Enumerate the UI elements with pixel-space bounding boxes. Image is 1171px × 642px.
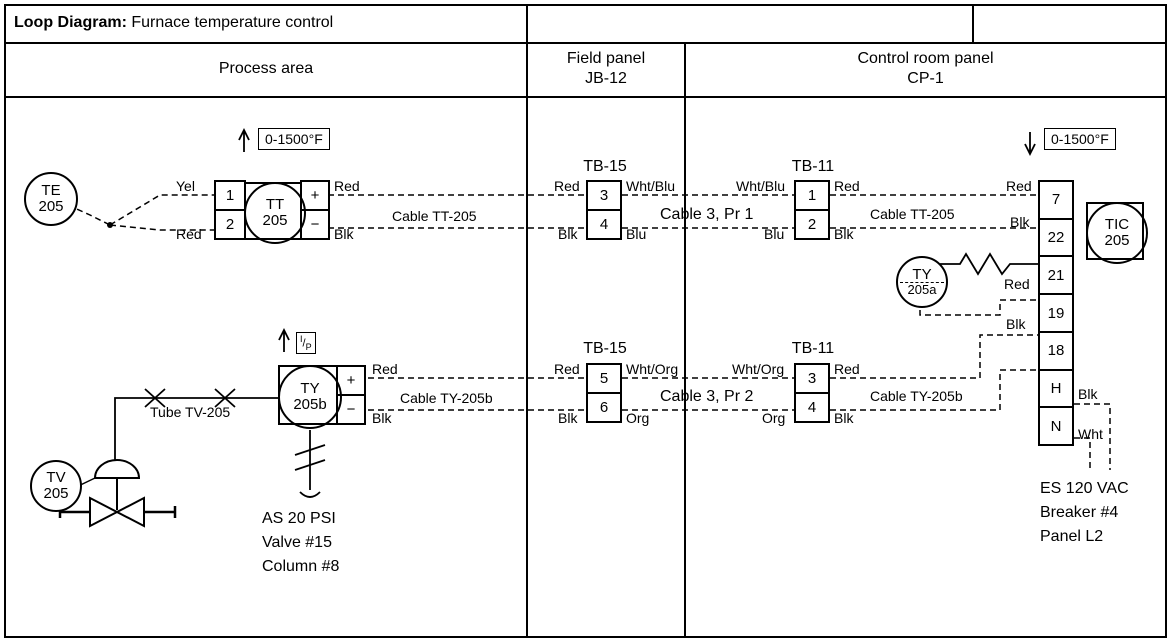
instr-ty-205a: TY 205a: [896, 256, 948, 308]
c-red-5: Red: [1006, 178, 1032, 194]
pwr-l2: Breaker #4: [1040, 504, 1118, 522]
lbl-tb15-top: TB-15: [570, 158, 640, 176]
loop-diagram: Loop Diagram: Furnace temperature contro…: [0, 0, 1171, 642]
area-field-l2: JB-12: [526, 70, 686, 88]
c-whtblu-2: Wht/Blu: [736, 178, 785, 194]
as-l1: AS 20 PSI: [262, 510, 336, 528]
ip-label: I/P: [296, 332, 316, 354]
title-right-cell: [972, 4, 1167, 44]
cable-c3p1: Cable 3, Pr 1: [660, 206, 753, 224]
c-blu-2: Blu: [764, 226, 784, 242]
c-blk-1: Blk: [334, 226, 353, 242]
c-red-4: Red: [834, 178, 860, 194]
as-l3: Column #8: [262, 558, 339, 576]
instr-te-205: TE 205: [24, 172, 78, 226]
cable-ty205b-1: Cable TY-205b: [400, 390, 493, 406]
c-red-1: Red: [176, 226, 202, 242]
tb11-bot: 3 4: [794, 363, 830, 423]
tic-box: [1086, 202, 1144, 260]
lbl-tb11-bot: TB-11: [778, 340, 848, 358]
tb15-top: 3 4: [586, 180, 622, 240]
c-blk-4: Blk: [1010, 214, 1029, 230]
body-process: [4, 96, 528, 638]
c-whtblu-1: Wht/Blu: [626, 178, 675, 194]
c-blk-8: Blk: [834, 410, 853, 426]
tube-label: Tube TV-205: [150, 404, 230, 420]
cable-ty205b-2: Cable TY-205b: [870, 388, 963, 404]
c-org-1: Org: [626, 410, 649, 426]
c-red-2: Red: [334, 178, 360, 194]
area-process: Process area: [4, 60, 528, 78]
title: Loop Diagram: Furnace temperature contro…: [14, 14, 333, 32]
c-blk-5: Blk: [1006, 316, 1025, 332]
c-blu-1: Blu: [626, 226, 646, 242]
area-control-l2: CP-1: [684, 70, 1167, 88]
cable-c3p2: Cable 3, Pr 2: [660, 388, 753, 406]
c-red-7: Red: [372, 361, 398, 377]
c-org-2: Org: [762, 410, 785, 426]
c-whtorg-2: Wht/Org: [732, 361, 784, 377]
range-process: 0-1500°F: [258, 128, 330, 150]
tt-box: [244, 182, 302, 240]
range-control: 0-1500°F: [1044, 128, 1116, 150]
pwr-l1: ES 120 VAC: [1040, 480, 1129, 498]
c-blk-2: Blk: [558, 226, 577, 242]
c-red-8: Red: [554, 361, 580, 377]
title-mid-cell: [526, 4, 974, 44]
c-red-9: Red: [834, 361, 860, 377]
tt-left-terms: 1 2: [214, 180, 246, 240]
c-whtorg-1: Wht/Org: [626, 361, 678, 377]
c-blk-6: Blk: [372, 410, 391, 426]
area-field-l1: Field panel: [526, 50, 686, 68]
tt-right-terms: + −: [300, 180, 330, 240]
ty-right-terms: + −: [336, 365, 366, 425]
tb11-top: 1 2: [794, 180, 830, 240]
as-l2: Valve #15: [262, 534, 332, 552]
tic-terminal-stack: 7 22 21 19 18 H N: [1038, 180, 1074, 446]
title-label: Loop Diagram:: [14, 14, 127, 31]
cable-tt205-1: Cable TT-205: [392, 208, 477, 224]
cable-tt205-2: Cable TT-205: [870, 206, 955, 222]
title-value: Furnace temperature control: [131, 14, 333, 31]
c-red-3: Red: [554, 178, 580, 194]
lbl-tb15-bot: TB-15: [570, 340, 640, 358]
c-blk-3: Blk: [834, 226, 853, 242]
c-red-6: Red: [1004, 276, 1030, 292]
pwr-l3: Panel L2: [1040, 528, 1103, 546]
tb15-bot: 5 6: [586, 363, 622, 423]
area-control-l1: Control room panel: [684, 50, 1167, 68]
c-blk-9: Blk: [1078, 386, 1097, 402]
lbl-tb11-top: TB-11: [778, 158, 848, 176]
instr-tv-205: TV 205: [30, 460, 82, 512]
c-blk-7: Blk: [558, 410, 577, 426]
c-yel: Yel: [176, 178, 195, 194]
ty205b-box: [278, 365, 338, 425]
c-wht: Wht: [1078, 426, 1103, 442]
